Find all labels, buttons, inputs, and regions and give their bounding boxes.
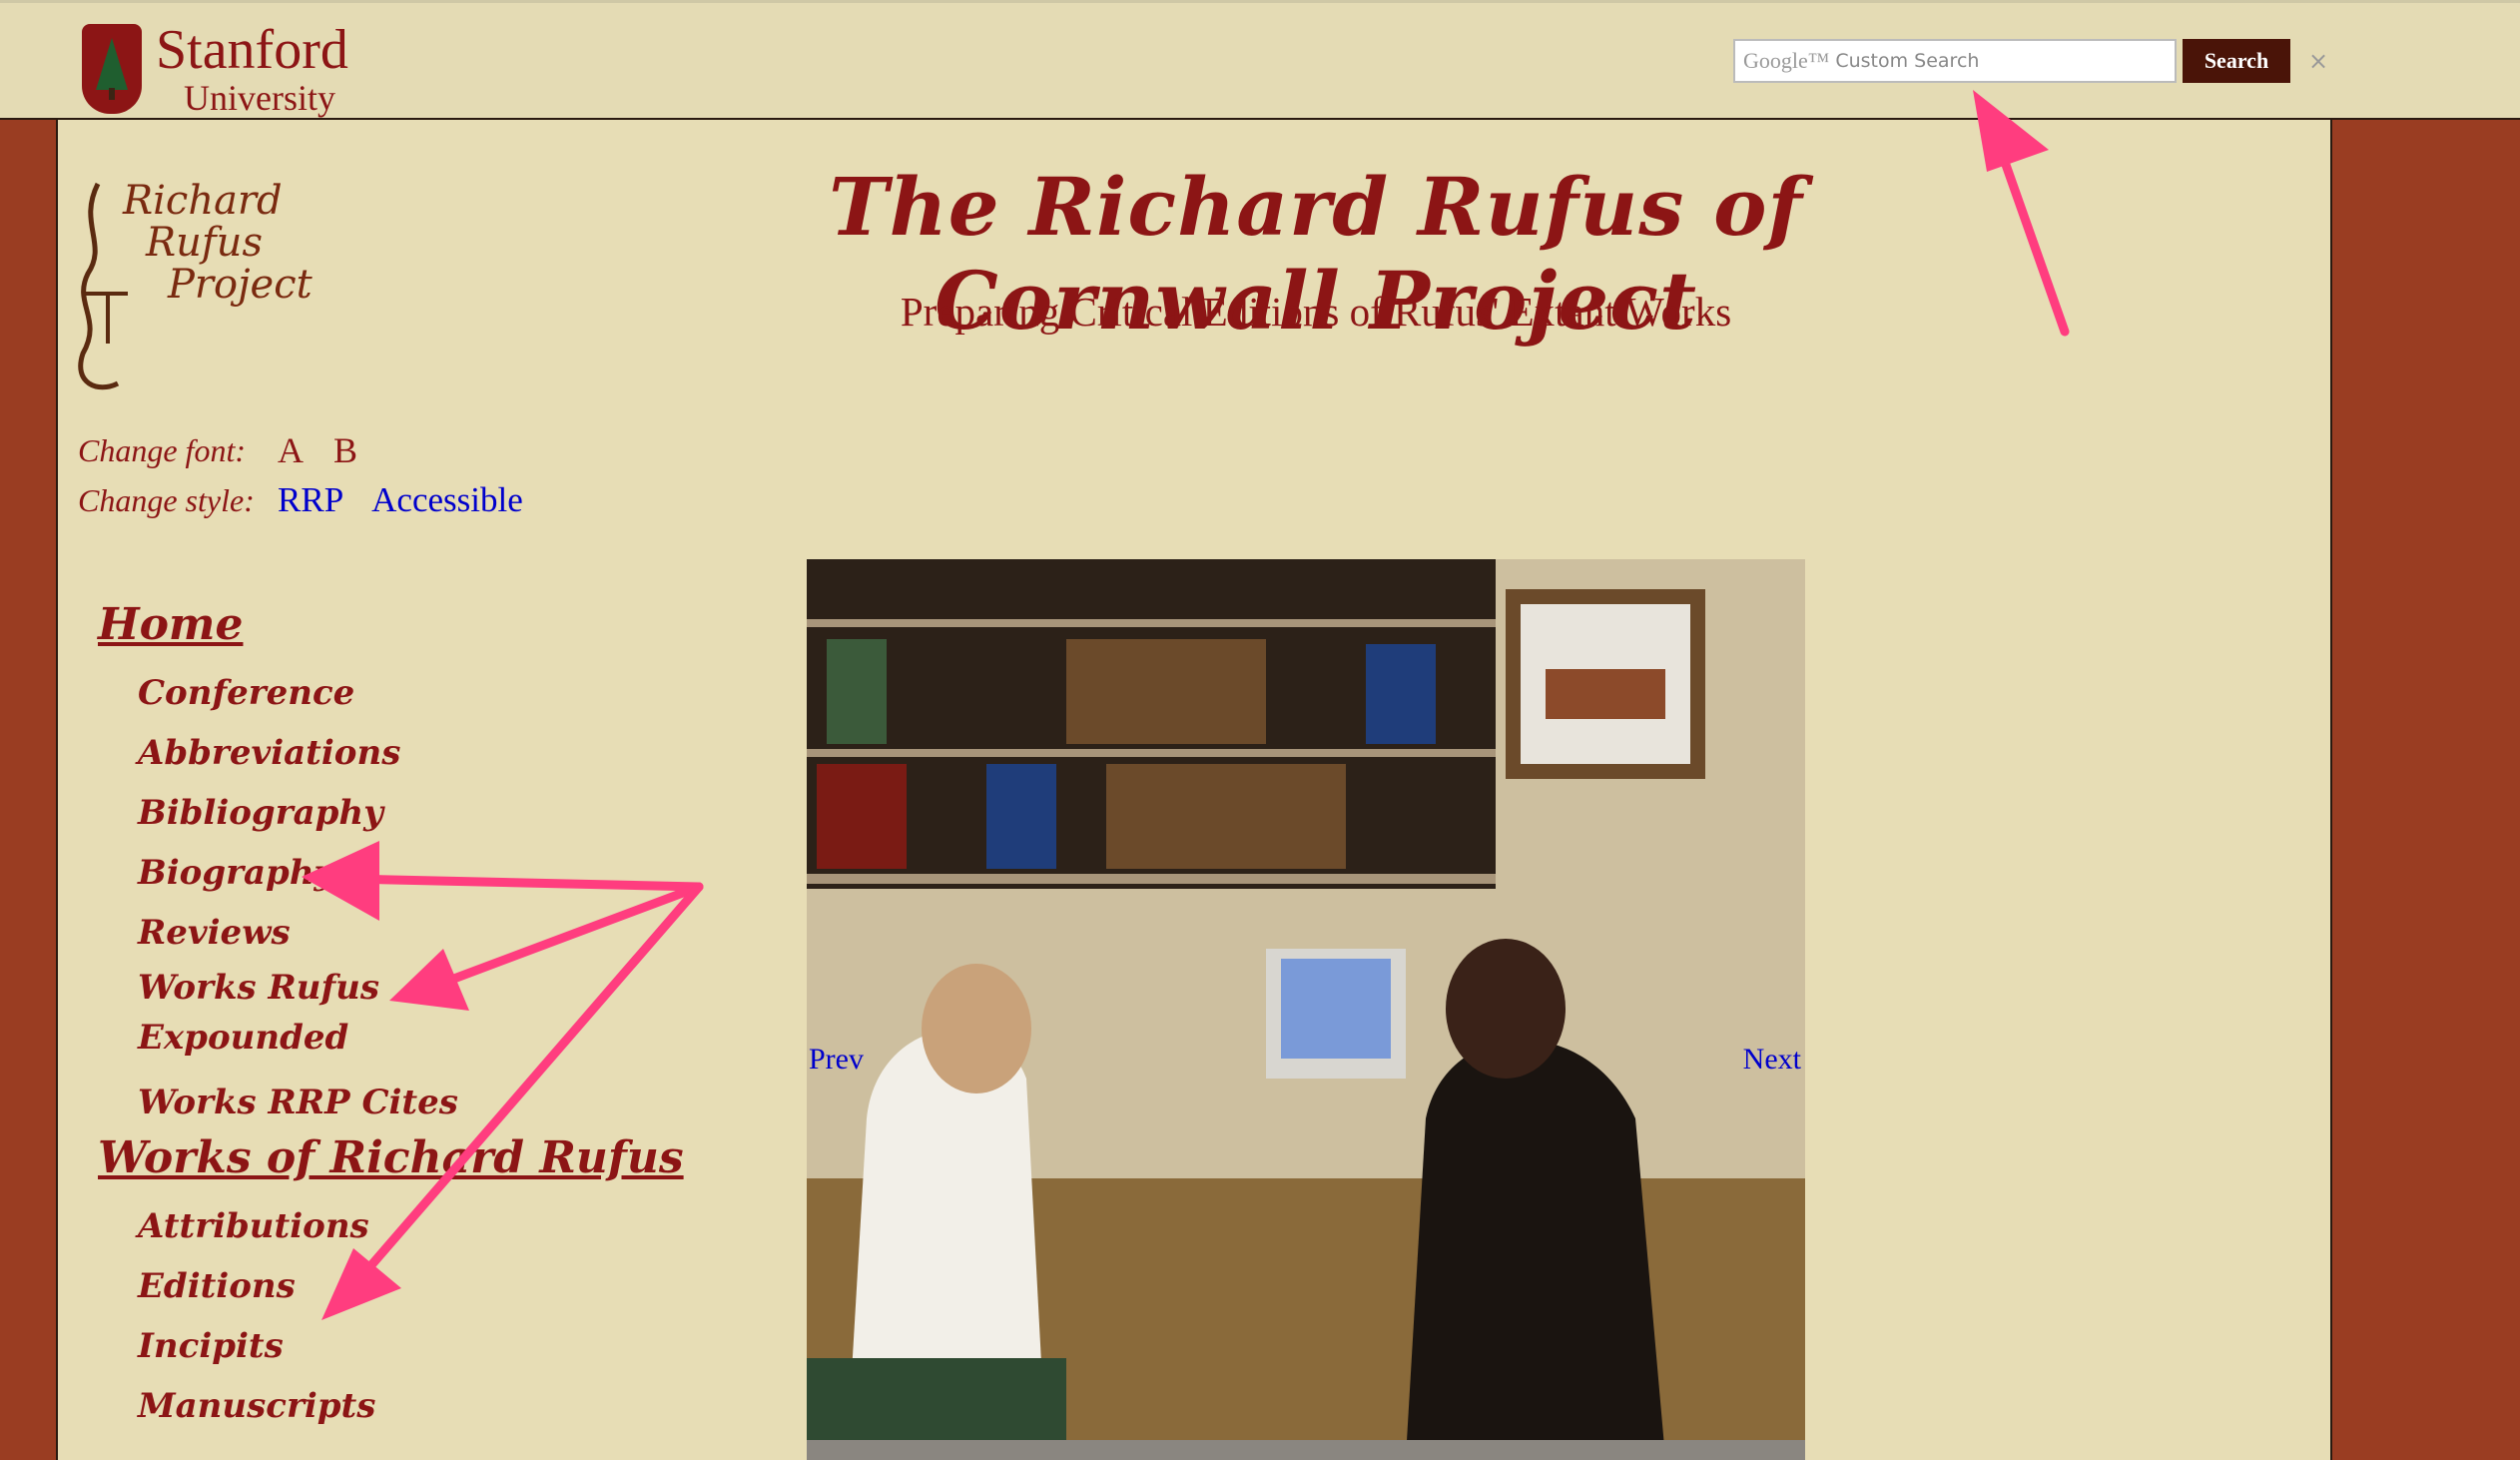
stanford-tree-icon bbox=[82, 23, 142, 114]
nav-item-incipits[interactable]: Incipits bbox=[138, 1316, 684, 1376]
logo-stanford-text: Stanford bbox=[156, 18, 348, 81]
change-style-label: Change style: bbox=[78, 481, 255, 518]
stanford-logo[interactable]: Stanford University bbox=[82, 21, 348, 116]
style-option-accessible[interactable]: Accessible bbox=[371, 480, 523, 520]
style-option-rrp[interactable]: RRP bbox=[278, 480, 343, 520]
nav-item-manuscripts[interactable]: Manuscripts bbox=[138, 1376, 684, 1436]
nav-item-editions[interactable]: Editions bbox=[138, 1256, 684, 1316]
rrp-logo-line2: Rufus bbox=[145, 220, 263, 266]
nav-item-reviews[interactable]: Reviews bbox=[138, 903, 684, 963]
nav-item-works-rufus-expounded[interactable]: Works Rufus Expounded bbox=[138, 963, 397, 1073]
change-font-label: Change font: bbox=[78, 431, 246, 468]
rrp-logo-line1: Richard bbox=[122, 178, 283, 224]
rrp-logo[interactable]: Richard Rufus Project bbox=[68, 144, 367, 413]
nav-home[interactable]: Home bbox=[98, 599, 684, 663]
logo-university-text: University bbox=[184, 77, 335, 118]
nav-item-works-rrp-cites[interactable]: Works RRP Cites bbox=[138, 1073, 684, 1132]
nav-item-bibliography[interactable]: Bibliography bbox=[138, 783, 684, 843]
rrp-logo-line3: Project bbox=[167, 262, 314, 308]
nav-item-biography[interactable]: Biography bbox=[138, 843, 684, 903]
font-option-b[interactable]: B bbox=[333, 429, 357, 471]
display-controls: Change font: A B Change style: RRP Acces… bbox=[78, 425, 551, 525]
search-bar: Google™ Custom Search Search × bbox=[1733, 39, 2328, 83]
sidebar-nav: Home Conference Abbreviations Bibliograp… bbox=[98, 599, 684, 1436]
nav-works-of-richard-rufus[interactable]: Works of Richard Rufus bbox=[98, 1132, 684, 1196]
google-label: Google™ bbox=[1743, 48, 1830, 73]
nav-item-abbreviations[interactable]: Abbreviations bbox=[138, 723, 684, 783]
page-subtitle: Preparing Critical Editions of Rufus' Ex… bbox=[900, 289, 1732, 335]
slideshow: Prev Next bbox=[807, 559, 1805, 1460]
nav-item-conference[interactable]: Conference bbox=[138, 663, 684, 723]
stanford-header: Stanford University Google™ Custom Searc… bbox=[0, 0, 2520, 120]
search-button[interactable]: Search bbox=[2183, 39, 2290, 83]
main-content: Richard Rufus Project The Richard Rufus … bbox=[56, 120, 2332, 1460]
search-input[interactable]: Google™ Custom Search bbox=[1733, 39, 2177, 83]
slideshow-prev-button[interactable]: Prev bbox=[809, 1043, 864, 1077]
nav-item-attributions[interactable]: Attributions bbox=[138, 1196, 684, 1256]
search-placeholder: Custom Search bbox=[1835, 50, 1980, 72]
font-option-a[interactable]: A bbox=[278, 429, 304, 471]
clear-search-icon[interactable]: × bbox=[2308, 47, 2328, 75]
slideshow-next-button[interactable]: Next bbox=[1743, 1043, 1801, 1077]
